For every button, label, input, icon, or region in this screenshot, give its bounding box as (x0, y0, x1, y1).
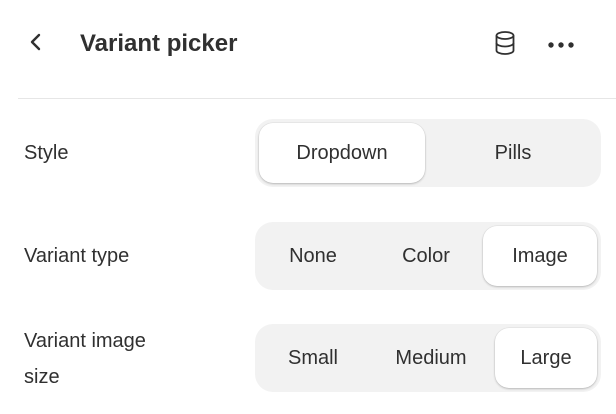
database-button[interactable] (489, 29, 521, 61)
variant-image-size-option-small[interactable]: Small (259, 328, 367, 388)
style-option-dropdown[interactable]: Dropdown (259, 123, 425, 183)
more-actions-button[interactable] (541, 29, 581, 61)
variant-type-label: Variant type (24, 245, 130, 267)
chevron-left-icon (28, 32, 44, 57)
database-icon (493, 30, 517, 61)
variant-image-size-option-large[interactable]: Large (495, 328, 597, 388)
more-horizontal-icon (546, 36, 576, 54)
variant-type-option-none[interactable]: None (259, 226, 367, 286)
variant-image-size-label-line2: size (24, 366, 60, 388)
page-title: Variant picker (80, 30, 238, 57)
style-segmented-control: Dropdown Pills (255, 119, 601, 187)
header: Variant picker (0, 0, 616, 98)
style-label: Style (24, 142, 69, 164)
variant-type-option-image[interactable]: Image (483, 226, 597, 286)
style-option-pills[interactable]: Pills (429, 123, 597, 183)
variant-type-segmented-control: None Color Image (255, 222, 601, 290)
variant-image-size-segmented-control: Small Medium Large (255, 324, 601, 392)
variant-image-size-option-medium[interactable]: Medium (369, 328, 493, 388)
back-button[interactable] (20, 28, 52, 60)
variant-type-option-color[interactable]: Color (371, 226, 481, 286)
variant-image-size-label-line1: Variant image (24, 330, 146, 352)
header-divider (18, 98, 616, 99)
